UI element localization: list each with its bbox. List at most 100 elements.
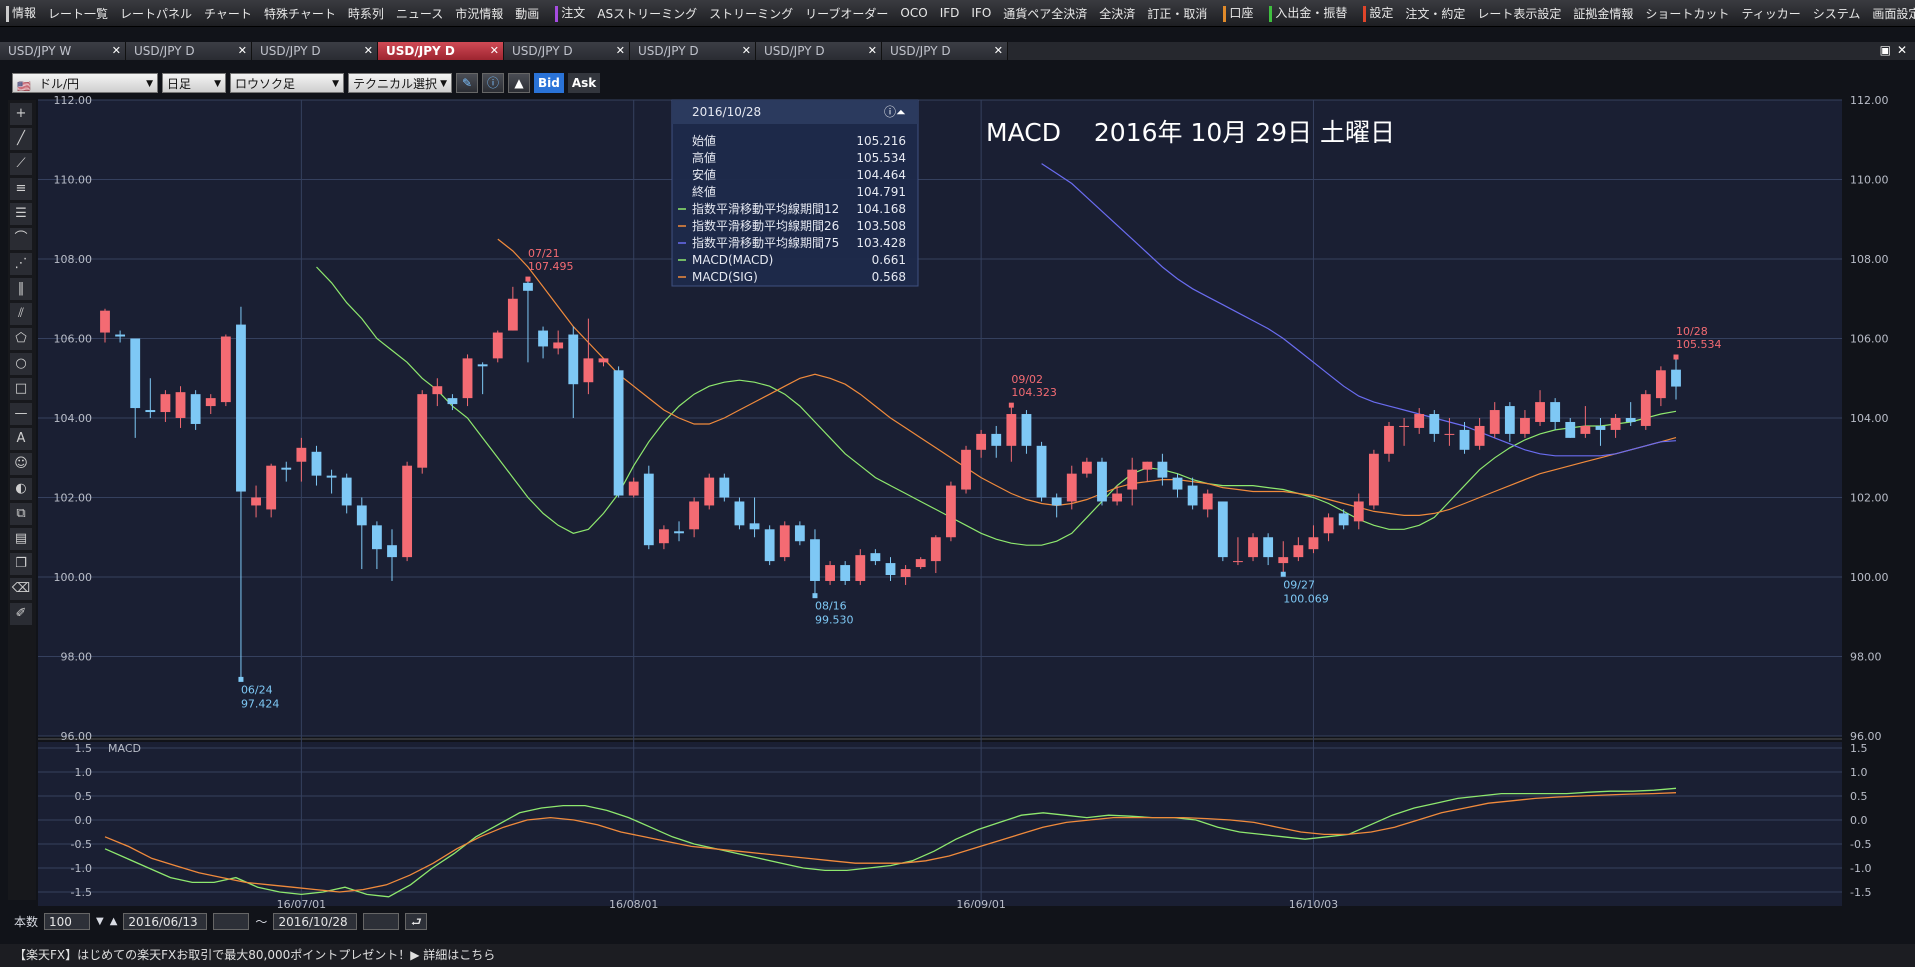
menu-item-27[interactable]: システム (1807, 5, 1867, 22)
candle-body[interactable] (507, 298, 518, 331)
close-window-icon[interactable]: ✕ (1897, 43, 1907, 57)
candle-body[interactable] (281, 467, 292, 470)
candle-body[interactable] (1655, 370, 1666, 399)
candle-body[interactable] (1066, 473, 1077, 502)
candle-body[interactable] (462, 358, 473, 399)
technical-select[interactable]: テクニカル選択 ▼ (348, 73, 452, 93)
candle-body[interactable] (810, 539, 820, 581)
candle-body[interactable] (1338, 513, 1349, 526)
candle-body[interactable] (1293, 545, 1304, 558)
count-field[interactable]: 100 (44, 912, 91, 930)
candle-body[interactable] (1429, 414, 1440, 434)
candle-body[interactable] (1565, 421, 1576, 438)
chart-tab-1[interactable]: USD/JPY D ✕ (126, 42, 252, 60)
period-select[interactable]: 日足 ▼ (162, 73, 226, 93)
candle-body[interactable] (583, 358, 594, 383)
candle-body[interactable] (1248, 537, 1258, 558)
candle-body[interactable] (1414, 414, 1425, 428)
candle-body[interactable] (205, 398, 216, 407)
candle-body[interactable] (115, 334, 126, 337)
candle-body[interactable] (915, 559, 926, 568)
candle-body[interactable] (356, 505, 367, 526)
candle-body[interactable] (704, 477, 715, 506)
menu-item-18[interactable]: 訂正・取消 (1141, 5, 1213, 22)
menu-item-19[interactable]: 口座 (1217, 4, 1259, 22)
candle-body[interactable] (130, 338, 141, 409)
candle-body[interactable] (764, 529, 775, 562)
close-icon[interactable]: ✕ (364, 42, 373, 60)
chart-kind-select[interactable]: ロウソク足 ▼ (230, 73, 344, 93)
menu-item-7[interactable]: 市況情報 (449, 5, 509, 22)
bid-button[interactable]: Bid (534, 73, 564, 93)
menu-item-17[interactable]: 全決済 (1093, 5, 1141, 22)
candle-body[interactable] (145, 410, 156, 413)
candle-body[interactable] (1112, 493, 1122, 502)
candle-body[interactable] (1021, 414, 1032, 446)
menu-item-23[interactable]: レート表示設定 (1471, 5, 1567, 22)
menu-item-12[interactable]: リーブオーダー (799, 5, 894, 22)
candle-body[interactable] (1127, 469, 1138, 490)
candle-body[interactable] (568, 334, 579, 385)
candle-body[interactable] (1308, 537, 1319, 550)
candle-body[interactable] (976, 433, 987, 450)
candle-body[interactable] (1368, 453, 1379, 506)
menu-item-24[interactable]: 証拠金情報 (1567, 5, 1639, 22)
candle-body[interactable] (1595, 425, 1606, 430)
chart-tab-5[interactable]: USD/JPY D ✕ (630, 42, 756, 60)
chart-tab-7[interactable]: USD/JPY D ✕ (882, 42, 1008, 60)
candle-body[interactable] (1580, 425, 1591, 434)
candle-body[interactable] (1263, 537, 1274, 558)
candle-body[interactable] (1444, 433, 1455, 435)
chart-tab-3[interactable]: USD/JPY D ✕ (378, 42, 504, 60)
chart-tab-6[interactable]: USD/JPY D ✕ (756, 42, 882, 60)
candle-body[interactable] (1625, 418, 1636, 422)
menu-item-10[interactable]: ASストリーミング (591, 5, 703, 22)
candle-body[interactable] (930, 537, 941, 562)
pair-select[interactable]: 🇺🇸 ドル/円 ▼ (12, 73, 158, 93)
candle-body[interactable] (613, 370, 624, 496)
candle-body[interactable] (749, 523, 760, 530)
candle-body[interactable] (1384, 425, 1394, 454)
candle-body[interactable] (885, 563, 896, 576)
menu-item-4[interactable]: 特殊チャート (258, 5, 342, 22)
menu-item-0[interactable]: 情報 (0, 4, 42, 22)
candle-body[interactable] (900, 569, 911, 577)
candle-body[interactable] (779, 525, 790, 558)
close-icon[interactable]: ✕ (742, 42, 751, 60)
candle-body[interactable] (523, 282, 533, 291)
ask-button[interactable]: Ask (567, 73, 601, 93)
menu-item-2[interactable]: レートパネル (114, 5, 198, 22)
candle-body[interactable] (266, 465, 277, 510)
menu-item-22[interactable]: 注文・約定 (1399, 5, 1471, 22)
to-date-field[interactable]: 2016/10/28 (273, 912, 358, 930)
candle-body[interactable] (1550, 402, 1561, 422)
candle-body[interactable] (1323, 517, 1334, 534)
menu-item-28[interactable]: 画面設定 (1866, 5, 1915, 22)
candle-body[interactable] (628, 481, 639, 496)
candle-body[interactable] (855, 555, 866, 581)
menu-item-16[interactable]: 通貨ペア全決済 (997, 5, 1093, 22)
candle-body[interactable] (1006, 414, 1017, 446)
candle-body[interactable] (1671, 369, 1681, 387)
from-time-field[interactable] (213, 912, 250, 930)
menu-item-13[interactable]: OCO (894, 6, 933, 20)
candle-body[interactable] (371, 525, 382, 550)
candle-body[interactable] (341, 477, 352, 506)
candle-body[interactable] (1097, 461, 1107, 502)
candle-body[interactable] (417, 394, 428, 468)
candle-body[interactable] (1051, 497, 1062, 506)
candle-body[interactable] (1278, 557, 1289, 564)
candle-body[interactable] (1157, 461, 1168, 478)
candle-body[interactable] (1474, 425, 1485, 446)
tooltip-toggle-icon[interactable]: ⓘ⏶ (884, 105, 906, 119)
menu-item-21[interactable]: 設定 (1357, 4, 1399, 22)
menu-item-11[interactable]: ストリーミング (703, 5, 799, 22)
candle-body[interactable] (1233, 561, 1243, 563)
candle-body[interactable] (326, 475, 337, 478)
candle-body[interactable] (251, 497, 261, 506)
candle-body[interactable] (1217, 501, 1228, 558)
candle-body[interactable] (1504, 406, 1515, 434)
candle-body[interactable] (870, 553, 881, 562)
candle-body[interactable] (643, 473, 654, 546)
candle-body[interactable] (1489, 410, 1500, 434)
